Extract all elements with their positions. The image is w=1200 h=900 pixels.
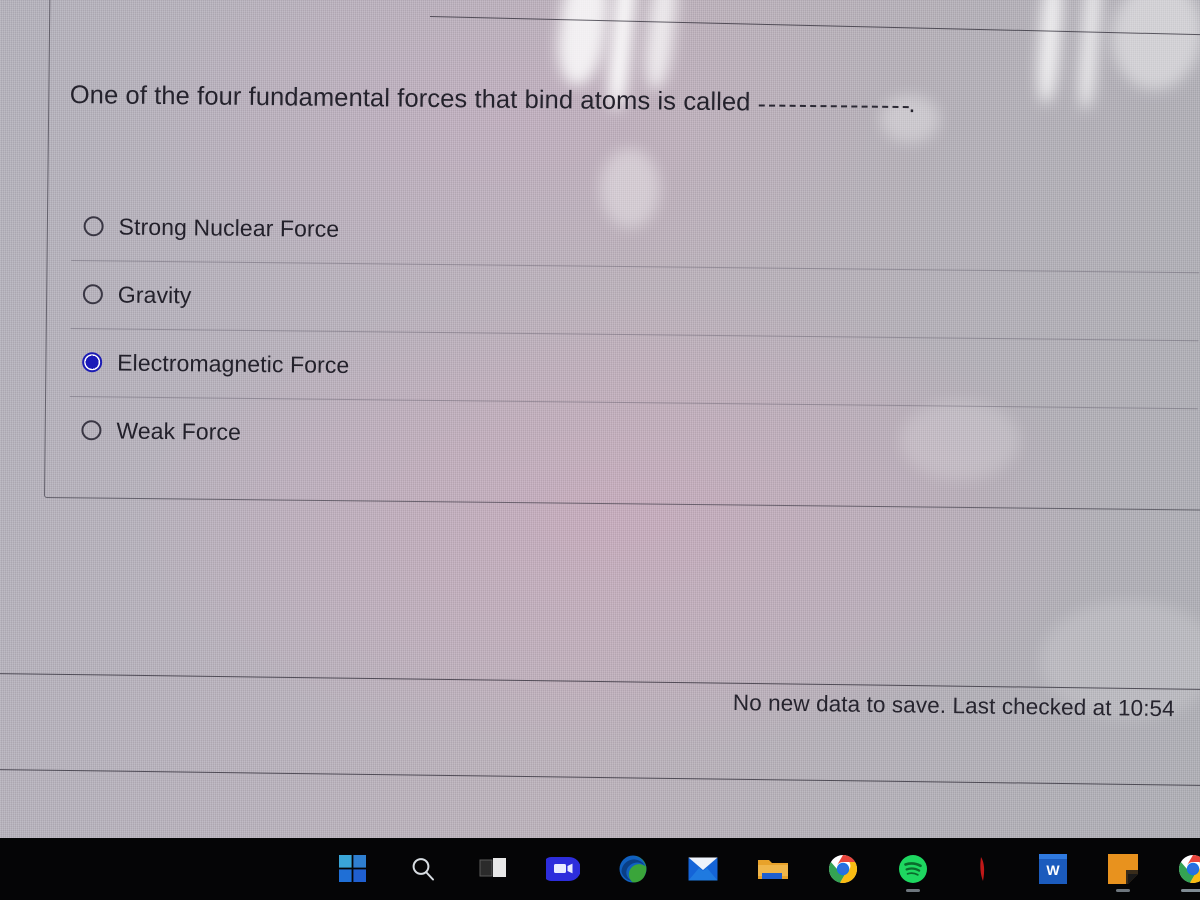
taskbar-item-file-explorer[interactable] — [738, 838, 808, 900]
taskbar-item-edge[interactable] — [598, 838, 668, 900]
answer-blank — [758, 104, 909, 109]
option-row[interactable]: Strong Nuclear Force — [71, 192, 1200, 272]
taskbar-item-mail[interactable] — [668, 838, 738, 900]
sticky-note-icon — [1108, 854, 1138, 884]
taskbar-item-zoom[interactable] — [528, 838, 598, 900]
question-stem: One of the four fundamental forces that … — [69, 80, 751, 117]
save-status-text: No new data to save. Last checked at 10:… — [732, 690, 1175, 722]
taskbar-item-word[interactable]: W — [1018, 838, 1088, 900]
option-label: Electromagnetic Force — [117, 348, 350, 378]
option-label: Weak Force — [116, 416, 242, 445]
windows-logo-icon — [339, 855, 367, 883]
windows-taskbar: W — [0, 838, 1200, 900]
page-divider-bottom — [0, 769, 1200, 786]
taskbar-item-chrome[interactable] — [808, 838, 878, 900]
taskbar-item-spotify[interactable] — [878, 838, 948, 900]
taskbar-item-search[interactable] — [388, 838, 458, 900]
chrome-icon — [828, 854, 858, 884]
option-label: Strong Nuclear Force — [118, 213, 340, 242]
option-row[interactable]: Gravity — [71, 260, 1200, 340]
radio-button[interactable] — [83, 216, 104, 237]
option-label: Gravity — [117, 281, 192, 308]
taskbar-item-start[interactable] — [318, 838, 388, 900]
question-period: . — [908, 90, 916, 119]
chrome-icon — [1178, 854, 1200, 884]
red-app-icon — [976, 855, 990, 883]
edge-icon — [618, 854, 648, 884]
option-row[interactable]: Weak Force — [69, 396, 1198, 476]
task-view-icon — [479, 857, 507, 881]
envelope-icon — [688, 857, 718, 881]
svg-text:W: W — [1046, 862, 1060, 878]
running-indicator — [906, 889, 920, 892]
search-icon — [409, 855, 437, 883]
quiz-page: One of the four fundamental forces that … — [0, 0, 1200, 838]
option-row[interactable]: Electromagnetic Force — [70, 328, 1199, 408]
radio-button[interactable] — [82, 284, 104, 305]
monitor-photo: One of the four fundamental forces that … — [0, 0, 1200, 900]
taskbar-item-task-view[interactable] — [458, 838, 528, 900]
page-divider-middle — [0, 673, 1200, 690]
word-icon: W — [1039, 854, 1067, 884]
taskbar-item-sticky-notes[interactable] — [1088, 838, 1158, 900]
running-indicator — [1181, 889, 1200, 892]
taskbar-item-unknown-red[interactable] — [948, 838, 1018, 900]
running-indicator — [1116, 889, 1130, 892]
options-list: Strong Nuclear Force Gravity Electromagn… — [69, 192, 1200, 476]
spotify-icon — [898, 854, 928, 884]
taskbar-item-chrome-window[interactable] — [1158, 838, 1200, 900]
video-camera-icon — [546, 854, 580, 884]
radio-button-selected[interactable] — [82, 352, 103, 373]
radio-button[interactable] — [81, 420, 102, 441]
folder-icon — [757, 856, 789, 882]
